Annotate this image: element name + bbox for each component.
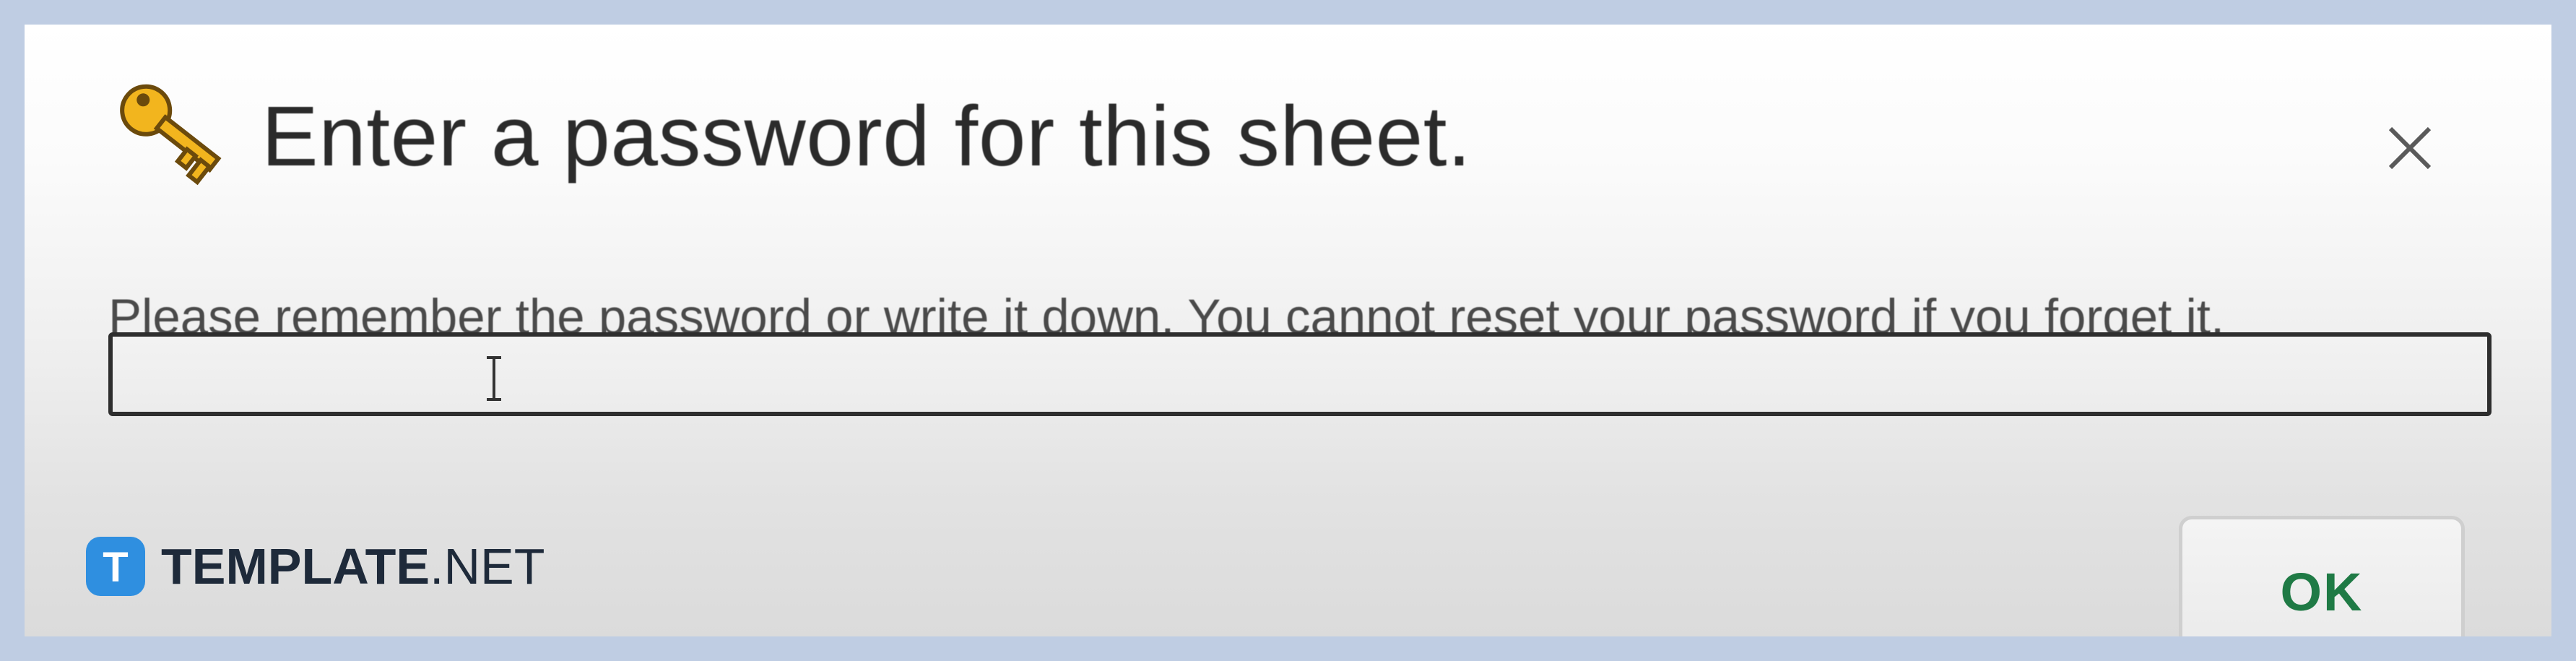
brand-name: TEMPLATE.NET: [161, 537, 545, 595]
brand-logo-icon: T: [86, 537, 145, 596]
brand-name-bold: TEMPLATE: [161, 538, 430, 595]
close-icon: [2388, 126, 2432, 170]
password-input[interactable]: [108, 332, 2492, 416]
template-net-logo: T TEMPLATE.NET: [86, 530, 545, 602]
password-dialog: Enter a password for this sheet. Please …: [25, 25, 2551, 636]
dialog-title: Enter a password for this sheet.: [261, 89, 1472, 184]
brand-name-suffix: .NET: [430, 538, 545, 595]
close-button[interactable]: [2370, 108, 2450, 188]
key-icon: [120, 84, 222, 186]
ok-button[interactable]: OK: [2179, 516, 2465, 636]
brand-logo-letter: T: [103, 544, 128, 591]
dialog-header: Enter a password for this sheet.: [111, 82, 1471, 191]
